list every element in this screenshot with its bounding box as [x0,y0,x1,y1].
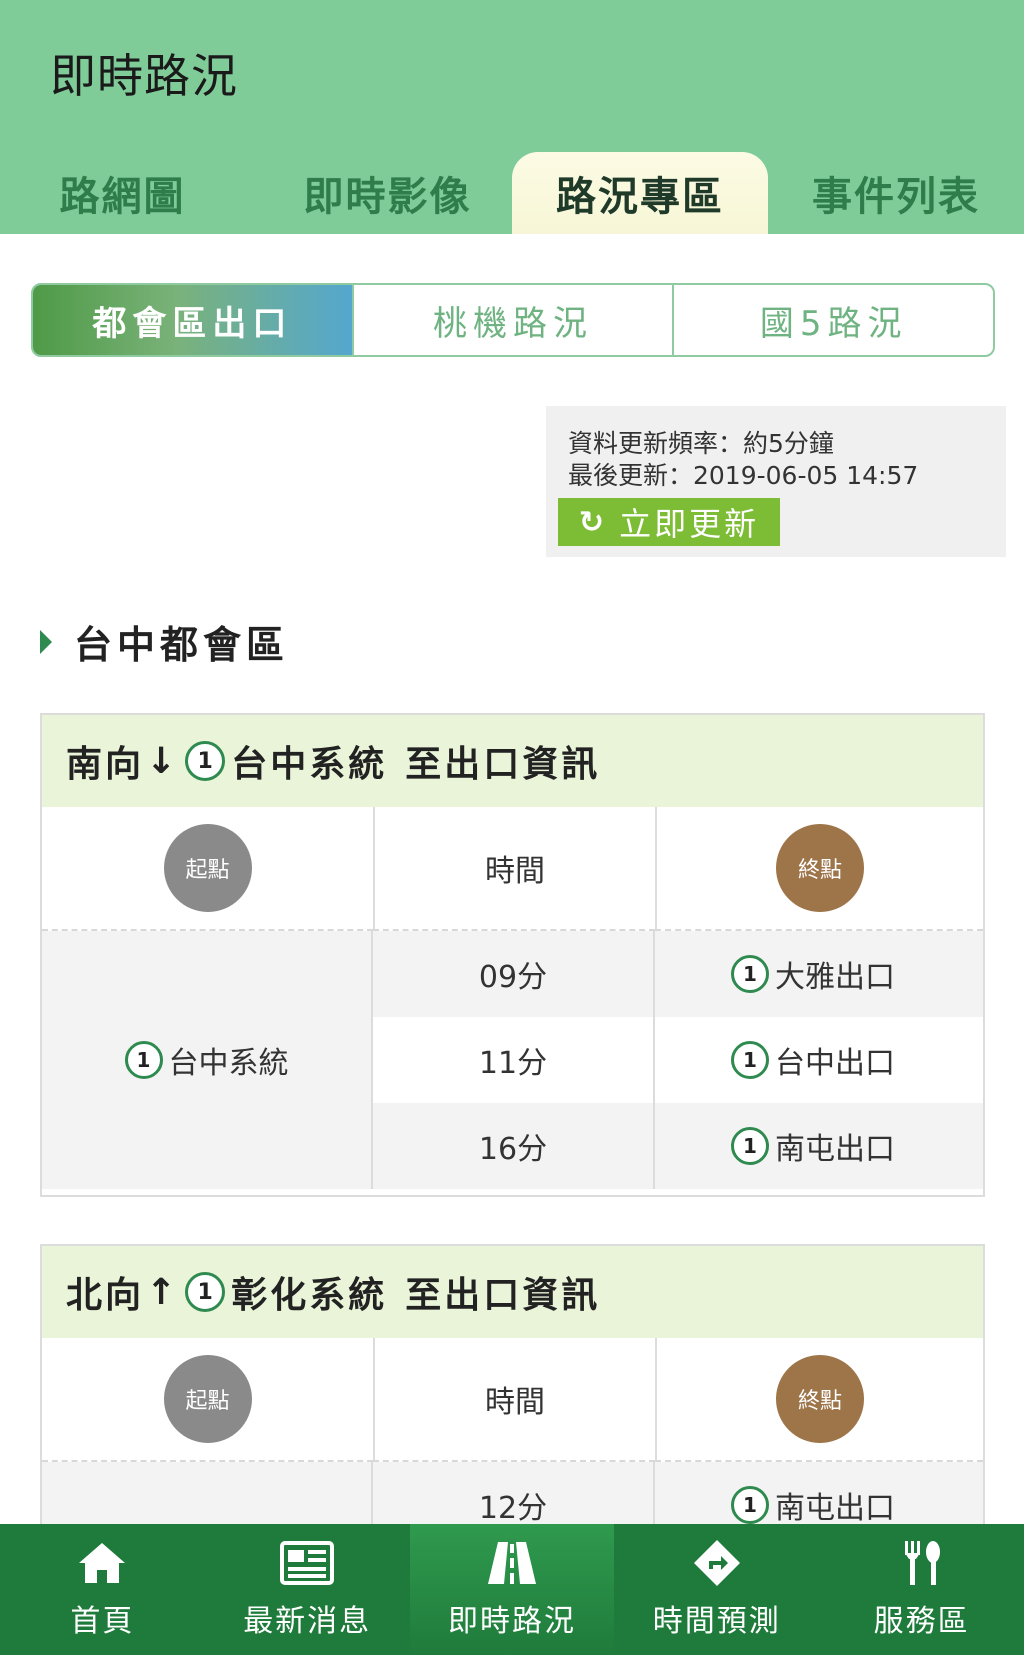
destination-name: 南屯出口 [775,1132,895,1167]
nav-label: 即時路況 [447,1603,576,1639]
time-header: 時間 [373,1338,655,1462]
end-badge: 終點 [776,1355,864,1443]
update-info-panel: 資料更新頻率：約5分鐘 最後更新：2019-06-05 14:57 ↻ 立即更新 [546,406,1006,557]
freeway-1-shield-icon: 1 [185,741,226,781]
segmented-control: 都會區出口 桃機路況 國5路況 [31,283,995,357]
freeway-1-shield-icon: 1 [185,1272,226,1312]
refresh-label: 立即更新 [619,505,760,543]
start-header-cell: 起點 [42,1338,373,1462]
nav-label: 服務區 [873,1603,970,1639]
destination-name: 大雅出口 [775,960,895,995]
system-name: 彰化系統 [231,1275,388,1316]
news-icon [279,1540,335,1586]
start-badge: 起點 [163,1355,252,1443]
freeway-1-shield-icon: 1 [731,955,769,993]
card-suffix: 至出口資訊 [405,744,601,785]
last-update: 最後更新：2019-06-05 14:57 [568,461,919,490]
nav-news[interactable]: 最新消息 [205,1524,410,1655]
tab-event-list[interactable]: 事件列表 [786,152,1006,234]
section-header: 台中都會區 [40,614,289,669]
card-title: 南向 ↓ 1 台中系統 至出口資訊 [42,715,983,807]
refresh-icon: ↻ [578,504,608,540]
nav-label: 最新消息 [243,1603,372,1639]
arrow-up-icon: ↑ [146,1271,180,1313]
table-header-row: 起點 時間 終點 [42,1338,983,1462]
nav-service-area[interactable]: 服務區 [819,1524,1024,1655]
time-header: 時間 [373,807,655,931]
segment-airport-traffic[interactable]: 桃機路況 [351,285,673,355]
segment-freeway5-traffic[interactable]: 國5路況 [672,285,993,355]
travel-time: 11分 [373,1017,655,1103]
start-header-cell: 起點 [42,807,373,931]
tab-live-video[interactable]: 即時影像 [270,152,505,234]
refresh-button[interactable]: ↻ 立即更新 [558,498,780,546]
home-icon [74,1540,130,1586]
update-frequency: 資料更新頻率：約5分鐘 [568,429,834,458]
card-title: 北向 ↑ 1 彰化系統 至出口資訊 [42,1246,983,1338]
origin-cell: 1 台中系統 [42,931,373,1189]
travel-time: 09分 [373,931,655,1017]
end-badge: 終點 [776,824,864,912]
segment-metro-exits[interactable]: 都會區出口 [33,285,352,355]
table-header-row: 起點 時間 終點 [42,807,983,931]
end-header-cell: 終點 [655,1338,983,1462]
start-badge: 起點 [163,824,252,912]
travel-time: 16分 [373,1103,655,1189]
destination-cell: 1 大雅出口 [655,931,983,1017]
road-icon [484,1540,540,1586]
direction-label: 南向 [66,744,145,785]
freeway-1-shield-icon: 1 [731,1041,769,1079]
freeway-1-shield-icon: 1 [124,1041,163,1079]
nav-label: 時間預測 [652,1603,781,1639]
freeway-1-shield-icon: 1 [731,1486,769,1524]
destination-cell: 1 台中出口 [655,1017,983,1103]
triangle-bullet-icon [40,629,52,654]
section-title: 台中都會區 [74,623,290,667]
nav-time-prediction[interactable]: 時間預測 [614,1524,819,1655]
end-header-cell: 終點 [655,807,983,931]
bottom-navigation: 首頁 最新消息 即時路況 時間預測 服務區 [0,1524,1024,1655]
app-header: 即時路況 路網圖 即時影像 路況專區 事件列表 [0,0,1024,234]
nav-home[interactable]: 首頁 [0,1524,205,1655]
nav-label: 首頁 [70,1603,135,1639]
system-name: 台中系統 [231,744,388,785]
direction-label: 北向 [66,1275,145,1316]
nav-live-traffic[interactable]: 即時路況 [409,1524,615,1655]
destination-cell: 1 南屯出口 [655,1103,983,1189]
page-title: 即時路況 [50,49,238,103]
tab-road-network[interactable]: 路網圖 [20,152,225,234]
tab-traffic-zone[interactable]: 路況專區 [512,152,768,234]
fork-knife-icon [894,1540,950,1586]
card-suffix: 至出口資訊 [405,1275,601,1316]
origin-name: 台中系統 [168,1046,289,1081]
destination-name: 南屯出口 [775,1491,895,1526]
direction-sign-icon [689,1539,745,1586]
arrow-down-icon: ↓ [146,740,180,782]
route-card-southbound: 南向 ↓ 1 台中系統 至出口資訊 起點 時間 終點 1 台中系統 09分 1 … [40,713,985,1197]
freeway-1-shield-icon: 1 [731,1127,769,1165]
route-card-northbound: 北向 ↑ 1 彰化系統 至出口資訊 起點 時間 終點 12分 1 南屯出口 [40,1244,985,1548]
destination-name: 台中出口 [775,1046,895,1081]
table-body: 1 台中系統 09分 1 大雅出口 11分 1 台中出口 16分 1 南屯出口 [42,931,983,1189]
